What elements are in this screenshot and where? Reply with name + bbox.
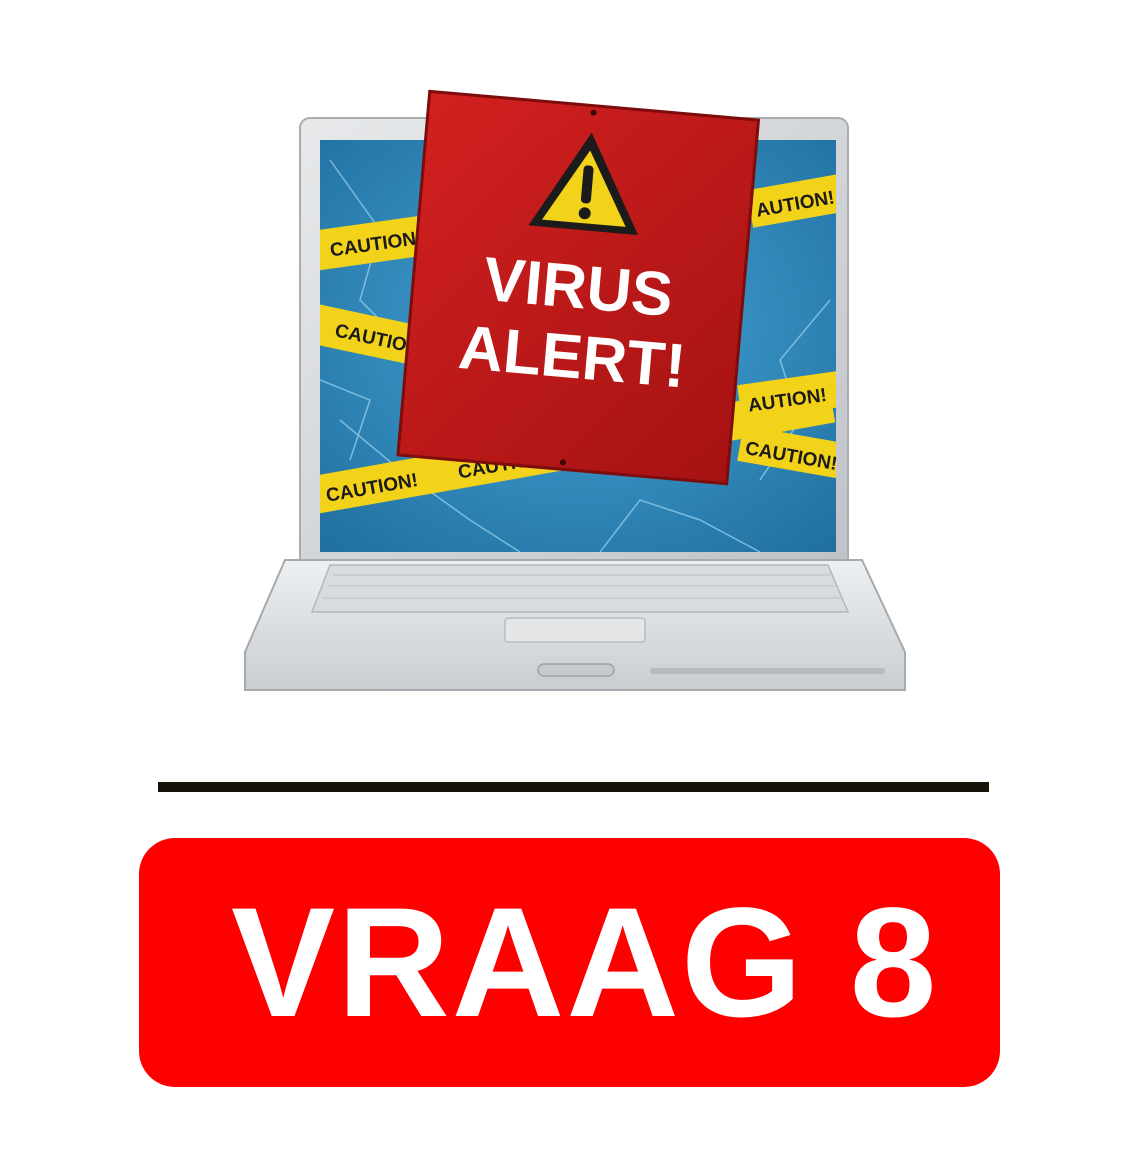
- laptop-virus-illustration: CAUTION! CAUTION! CAUTION! CAUTION! AUTI…: [244, 89, 906, 691]
- question-label: VRAAG 8: [231, 876, 939, 1050]
- virus-alert-sign: VIRUS ALERT!: [396, 89, 761, 486]
- page: CAUTION! CAUTION! CAUTION! CAUTION! AUTI…: [0, 0, 1146, 1162]
- divider: [158, 782, 989, 792]
